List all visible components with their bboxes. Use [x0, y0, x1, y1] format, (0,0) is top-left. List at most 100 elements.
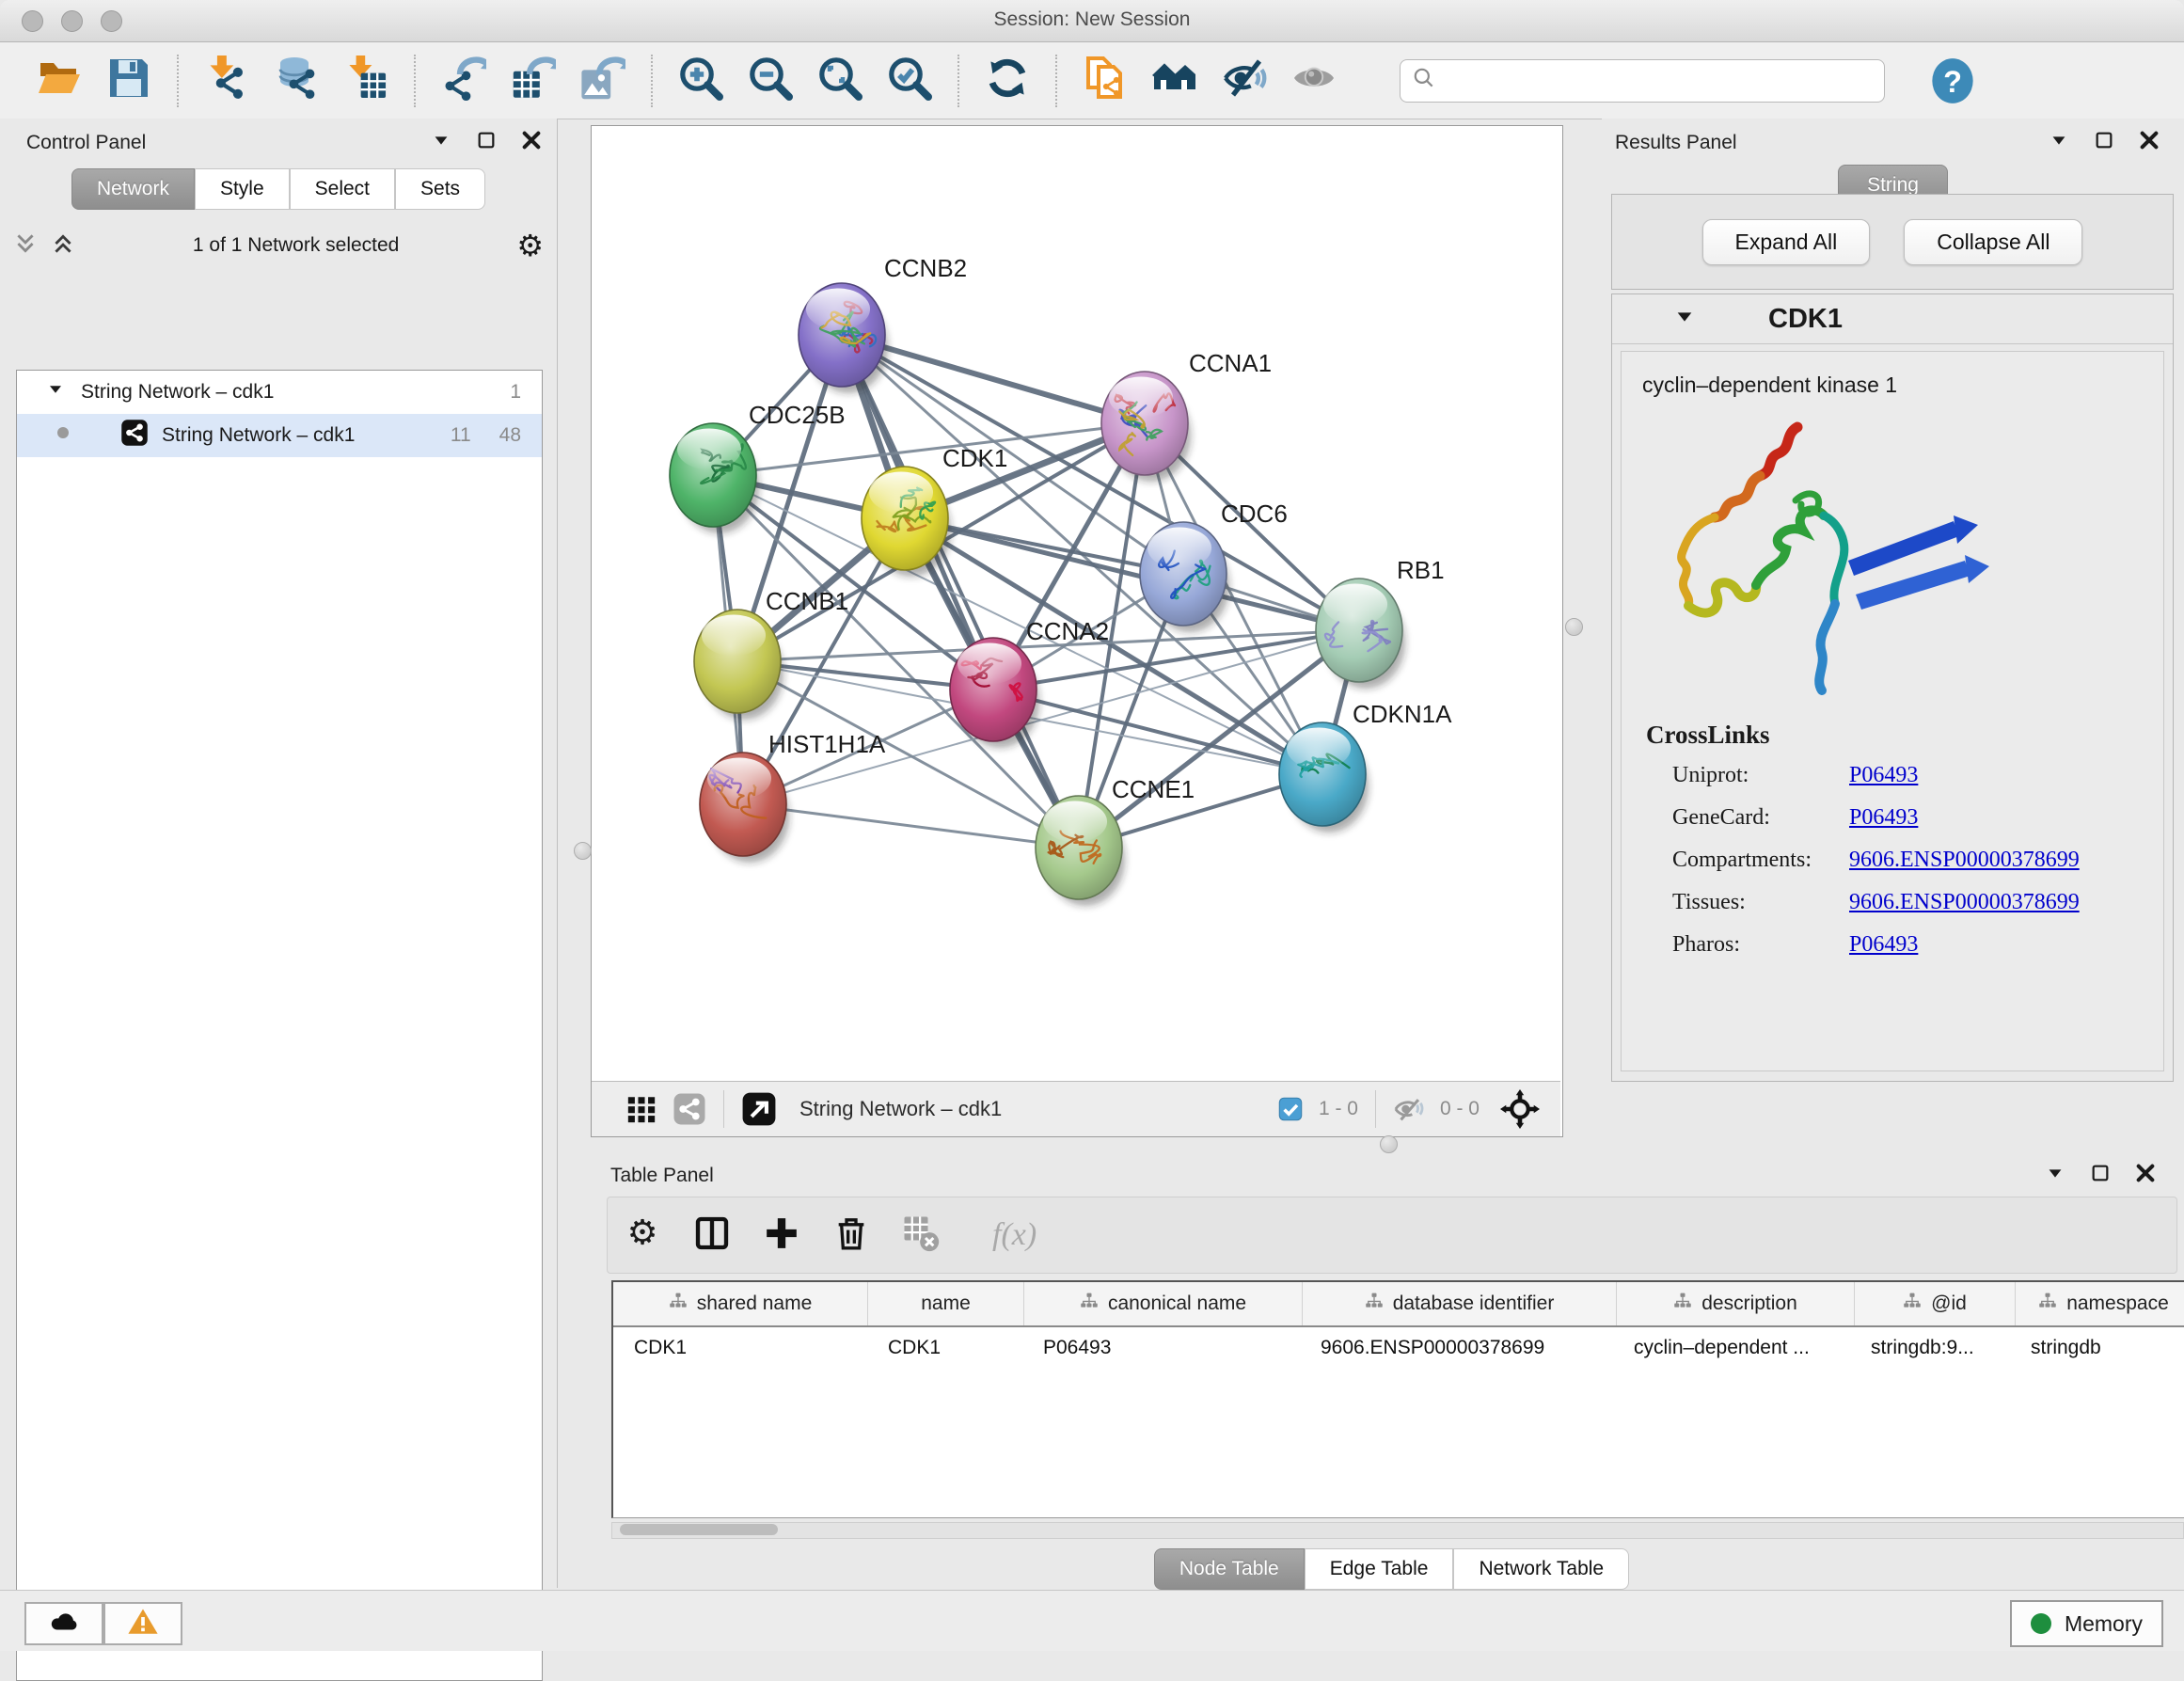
tab-style[interactable]: Style: [195, 168, 290, 210]
column-header-canonical-name[interactable]: canonical name: [1024, 1282, 1303, 1325]
table-cell[interactable]: P06493: [1022, 1337, 1300, 1359]
protein-collapse-icon[interactable]: [1674, 307, 1695, 332]
column-header-namespace[interactable]: namespace: [2016, 1282, 2184, 1325]
network-node[interactable]: [1279, 722, 1369, 833]
tab-sets[interactable]: Sets: [395, 168, 485, 210]
pan-crosshair-icon[interactable]: [1500, 1089, 1540, 1129]
crosslink-link[interactable]: P06493: [1849, 805, 1918, 831]
show-columns-button[interactable]: [693, 1214, 731, 1257]
table-cell[interactable]: 9606.ENSP00000378699: [1300, 1337, 1613, 1359]
left-splitter-handle[interactable]: [574, 842, 592, 860]
network-collection-row[interactable]: String Network – cdk1 1: [17, 371, 542, 414]
crosslink-link[interactable]: 9606.ENSP00000378699: [1849, 890, 2080, 915]
cloud-button[interactable]: [24, 1602, 103, 1645]
save-session-button[interactable]: [104, 56, 153, 105]
bottom-splitter-handle[interactable]: [1380, 1135, 1398, 1153]
table-cell[interactable]: stringdb: [2010, 1337, 2184, 1359]
tab-network-table[interactable]: Network Table: [1453, 1548, 1629, 1590]
table-cell[interactable]: stringdb:9...: [1850, 1337, 2010, 1359]
table-cell[interactable]: cyclin–dependent ...: [1613, 1337, 1850, 1359]
help-button[interactable]: ?: [1928, 56, 1977, 105]
zoom-selected-button[interactable]: [885, 56, 934, 105]
network-node[interactable]: [799, 283, 888, 393]
table-panel-close-icon[interactable]: [2135, 1163, 2156, 1188]
network-share-view-icon[interactable]: [673, 1092, 706, 1126]
network-row[interactable]: String Network – cdk1 11 48: [17, 414, 542, 457]
crosslink-link[interactable]: 9606.ENSP00000378699: [1849, 848, 2080, 873]
column-header-shared-name[interactable]: shared name: [613, 1282, 868, 1325]
expand-all-button[interactable]: Expand All: [1702, 219, 1871, 265]
control-panel-close-icon[interactable]: [521, 130, 542, 155]
column-header-name[interactable]: name: [868, 1282, 1024, 1325]
network-node[interactable]: [1101, 372, 1191, 482]
memory-button[interactable]: Memory: [2010, 1600, 2163, 1647]
tab-node-table[interactable]: Node Table: [1154, 1548, 1305, 1590]
table-cell[interactable]: CDK1: [867, 1337, 1022, 1359]
create-column-button[interactable]: [763, 1214, 800, 1257]
results-panel-float-icon[interactable]: [2094, 130, 2114, 155]
table-hscrollbar-thumb[interactable]: [620, 1524, 778, 1535]
birdseye-view-icon[interactable]: [741, 1091, 777, 1127]
warnings-button[interactable]: [103, 1602, 182, 1645]
zoom-fit-button[interactable]: [815, 56, 864, 105]
table-cell[interactable]: CDK1: [613, 1337, 867, 1359]
column-header-database-identifier[interactable]: database identifier: [1303, 1282, 1617, 1325]
node-table[interactable]: shared namenamecanonical namedatabase id…: [611, 1280, 2184, 1518]
table-panel-collapse-icon[interactable]: [2045, 1163, 2065, 1188]
table-settings-button[interactable]: ⚙: [624, 1214, 661, 1257]
crosslink-link[interactable]: P06493: [1849, 932, 1918, 958]
network-node[interactable]: [862, 467, 951, 577]
column-header-description[interactable]: description: [1617, 1282, 1855, 1325]
network-node[interactable]: [1316, 579, 1405, 689]
table-panel-float-icon[interactable]: [2090, 1163, 2111, 1188]
grid-view-icon[interactable]: [625, 1093, 657, 1125]
collection-expander-icon[interactable]: [47, 381, 64, 404]
import-table-from-file-button[interactable]: [341, 56, 390, 105]
import-network-from-file-button[interactable]: [202, 56, 251, 105]
table-hscrollbar[interactable]: [611, 1522, 2184, 1539]
control-panel-float-icon[interactable]: [476, 130, 497, 155]
right-splitter-handle[interactable]: [1565, 618, 1583, 636]
network-canvas[interactable]: CCNB2CCNA1CDC25BCDK1CDC6RB1CCNB1CCNA2CDK…: [592, 126, 1560, 1079]
hide-selected-button[interactable]: [1220, 56, 1269, 105]
memory-status-dot: [2031, 1613, 2051, 1634]
tab-select[interactable]: Select: [290, 168, 395, 210]
clone-network-button[interactable]: [1081, 56, 1130, 105]
crosslink-row: Tissues:9606.ENSP00000378699: [1646, 890, 2080, 915]
protein-description: cyclin–dependent kinase 1: [1642, 373, 2163, 398]
table-row[interactable]: CDK1CDK1P064939606.ENSP00000378699cyclin…: [613, 1327, 2184, 1369]
export-image-button[interactable]: [578, 56, 627, 105]
selected-checkbox-icon[interactable]: [1277, 1096, 1304, 1122]
delete-column-button[interactable]: [832, 1214, 870, 1257]
results-panel-close-icon[interactable]: [2139, 130, 2160, 155]
zoom-out-button[interactable]: [746, 56, 795, 105]
export-table-button[interactable]: [509, 56, 558, 105]
crosslink-link[interactable]: P06493: [1849, 763, 1918, 788]
tab-edge-table[interactable]: Edge Table: [1305, 1548, 1454, 1590]
apply-layout-button[interactable]: [983, 56, 1032, 105]
network-node[interactable]: [1140, 522, 1229, 632]
network-node[interactable]: [1036, 796, 1125, 906]
open-session-button[interactable]: [35, 56, 84, 105]
results-panel-collapse-icon[interactable]: [2049, 130, 2069, 155]
trash-icon: [832, 1214, 870, 1257]
network-node[interactable]: [700, 753, 789, 863]
network-options-gear-icon[interactable]: ⚙: [516, 230, 544, 261]
hidden-eye-slash-icon[interactable]: [1393, 1093, 1425, 1125]
zoom-in-button[interactable]: [676, 56, 725, 105]
tab-network[interactable]: Network: [71, 168, 195, 210]
search-box[interactable]: [1400, 59, 1885, 103]
node-label: CCNA2: [1026, 617, 1109, 645]
collapse-all-networks-icon[interactable]: [13, 231, 38, 261]
collapse-all-button[interactable]: Collapse All: [1904, 219, 2082, 265]
search-input[interactable]: [1436, 69, 1873, 92]
expand-all-networks-icon[interactable]: [51, 231, 75, 261]
control-panel-collapse-icon[interactable]: [431, 130, 451, 155]
show-all-button[interactable]: [1290, 56, 1338, 105]
column-header--id[interactable]: @id: [1855, 1282, 2016, 1325]
export-network-button[interactable]: [439, 56, 488, 105]
network-node[interactable]: [694, 610, 783, 720]
import-network-from-database-button[interactable]: [272, 56, 321, 105]
first-neighbors-button[interactable]: [1150, 56, 1199, 105]
import-network-icon: [204, 56, 249, 105]
